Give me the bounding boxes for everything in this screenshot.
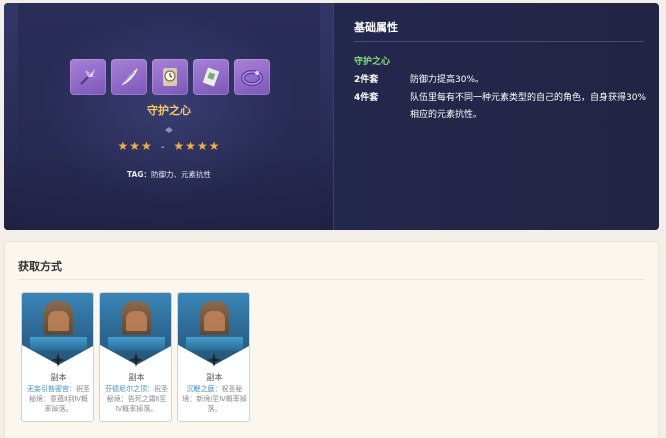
circlet-icon[interactable] (234, 59, 270, 95)
attributes-title: 基础属性 (354, 21, 398, 34)
sparkle-icon (51, 353, 65, 367)
acquisition-title: 获取方式 (18, 260, 62, 273)
artifact-piece-icons (70, 59, 270, 95)
throne-seat-shape (126, 311, 147, 331)
goblet-icon[interactable] (193, 59, 229, 95)
set-bonus-key: 2件套 (354, 75, 379, 85)
acquisition-panel: 获取方式 副本 无妄引咎密宫：祝圣秘境：意蕴Ⅱ到Ⅳ概率掉落。 副本 芬德尼尔之顶… (4, 241, 659, 438)
attributes-divider (354, 41, 644, 42)
attributes-set-name: 守护之心 (354, 57, 391, 67)
card-description: 芬德尼尔之顶：祝圣秘境：告死之霜Ⅱ至Ⅳ概率掉落。 (104, 384, 169, 414)
tag-label: TAG： (127, 170, 151, 179)
acquisition-divider (18, 279, 644, 280)
sparkle-icon (207, 353, 221, 367)
domain-link[interactable]: 无妄引咎密宫 (27, 385, 69, 393)
set-bonus-value: 防御力提高30%。 (410, 75, 485, 85)
set-bonus-4pc: 4件套 队伍里每有不同一种元素类型的自己的角色，自身获得30%相应的元素抗性。 (354, 90, 650, 124)
domain-card[interactable]: 副本 无妄引咎密宫：祝圣秘境：意蕴Ⅱ到Ⅳ概率掉落。 (21, 292, 94, 422)
domain-card[interactable]: 副本 沉眠之庭：祝圣秘境：新境Ⅰ至Ⅳ概率掉落。 (177, 292, 250, 422)
base-attributes: 基础属性 守护之心 2件套 防御力提高30%。 4件套 队伍里每有不同一种元素类… (344, 3, 659, 230)
artifact-tags: TAG：防御力、元素抗性 (4, 169, 334, 180)
card-type: 副本 (128, 373, 145, 382)
set-bonus-2pc: 2件套 防御力提高30%。 (354, 72, 650, 89)
card-type: 副本 (206, 373, 223, 382)
rarity-stars: ★★★ - ★★★★ (4, 139, 334, 153)
stars-dash: - (160, 142, 166, 153)
throne-seat-shape (48, 311, 69, 331)
card-description: 沉眠之庭：祝圣秘境：新境Ⅰ至Ⅳ概率掉落。 (182, 384, 247, 414)
clock-icon[interactable] (152, 59, 188, 95)
throne-base-shape (30, 337, 87, 351)
sparkle-icon (129, 353, 143, 367)
tag-value: 防御力、元素抗性 (151, 170, 211, 179)
domain-card[interactable]: 副本 芬德尼尔之顶：祝圣秘境：告死之霜Ⅱ至Ⅳ概率掉落。 (99, 292, 172, 422)
stars-max: ★★★★ (173, 139, 221, 153)
set-bonus-value: 队伍里每有不同一种元素类型的自己的角色，自身获得30%相应的元素抗性。 (410, 93, 647, 120)
flower-icon[interactable] (70, 59, 106, 95)
diamond-divider-icon (165, 127, 173, 133)
acquisition-cards: 副本 无妄引咎密宫：祝圣秘境：意蕴Ⅱ到Ⅳ概率掉落。 副本 芬德尼尔之顶：祝圣秘境… (21, 292, 250, 422)
throne-seat-shape (204, 311, 225, 331)
card-type: 副本 (50, 373, 67, 382)
domain-link[interactable]: 芬德尼尔之顶 (105, 385, 147, 393)
card-description: 无妄引咎密宫：祝圣秘境：意蕴Ⅱ到Ⅳ概率掉落。 (26, 384, 91, 414)
artifact-set-name: 守护之心 (147, 104, 191, 117)
set-bonus-key: 4件套 (354, 93, 379, 103)
artifact-showcase: 守护之心 ★★★ - ★★★★ TAG：防御力、元素抗性 (4, 3, 334, 230)
feather-icon[interactable] (111, 59, 147, 95)
domain-link[interactable]: 沉眠之庭 (187, 385, 215, 393)
stars-min: ★★★ (117, 139, 153, 153)
throne-base-shape (108, 337, 165, 351)
throne-base-shape (186, 337, 243, 351)
artifact-detail-panel: 守护之心 ★★★ - ★★★★ TAG：防御力、元素抗性 基础属性 守护之心 2件套… (4, 3, 659, 230)
